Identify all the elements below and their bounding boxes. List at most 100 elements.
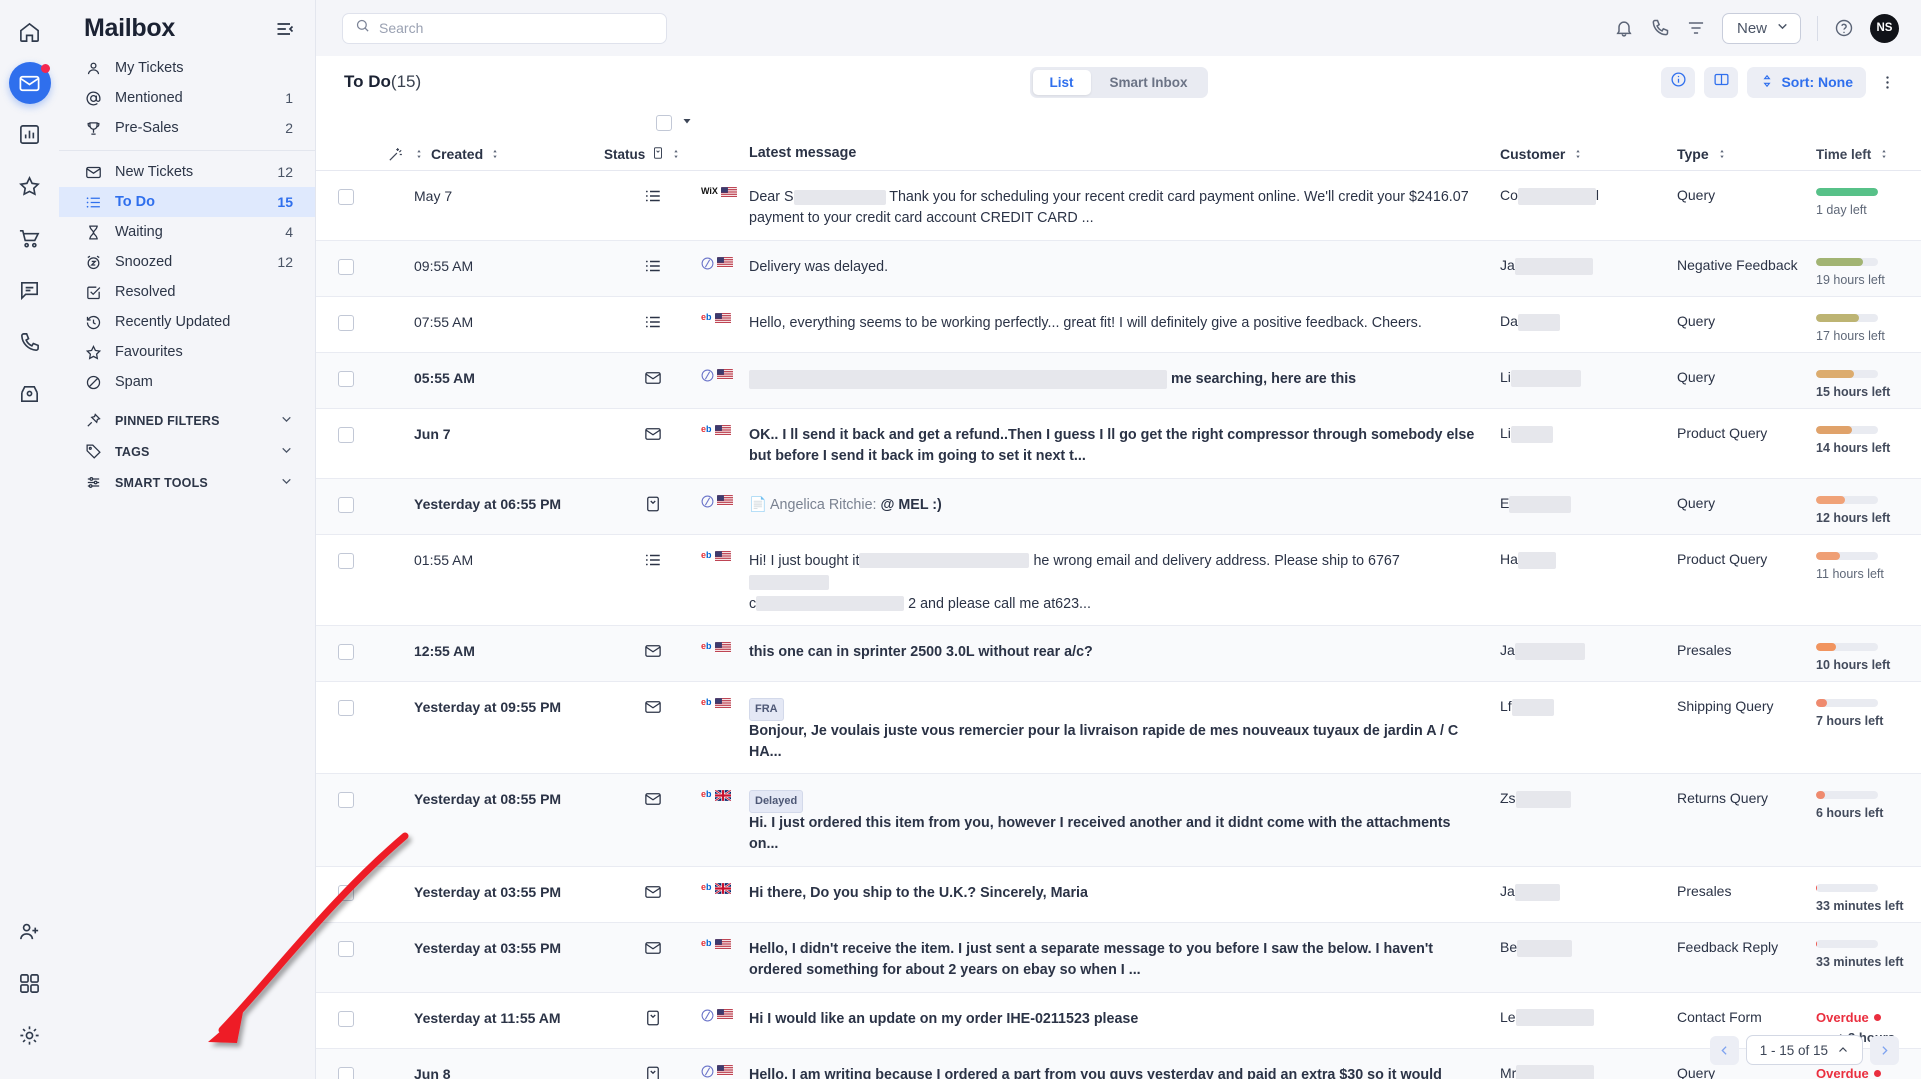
chat-icon[interactable]: [8, 268, 52, 312]
row-checkbox[interactable]: [338, 496, 354, 513]
layout-button[interactable]: [1704, 66, 1739, 98]
latest-message[interactable]: Hello, I am writing because I ordered a …: [749, 1049, 1500, 1079]
table-row[interactable]: 07:55 AM eb Hello, everything seems to be …: [316, 297, 1921, 353]
row-checkbox[interactable]: [338, 1066, 354, 1079]
header-status[interactable]: Status: [604, 146, 701, 163]
table-row[interactable]: 12:55 AM eb this one can in sprinter 2500 …: [316, 626, 1921, 683]
table-row[interactable]: 01:55 AM eb Hi! I just bought it he wrong …: [316, 535, 1921, 627]
sidebar-item-new-tickets[interactable]: New Tickets 12: [59, 157, 315, 187]
status-cell[interactable]: [604, 923, 701, 992]
latest-message[interactable]: this one can in sprinter 2500 3.0L witho…: [749, 626, 1500, 681]
status-list-icon[interactable]: [644, 187, 662, 210]
table-row[interactable]: Yesterday at 06:55 PM 📄 Angelica Ritchie:…: [316, 478, 1921, 535]
more-options-button[interactable]: [1875, 67, 1899, 98]
reports-icon[interactable]: [8, 112, 52, 156]
chevron-down-icon[interactable]: [280, 475, 293, 491]
table-row[interactable]: 09:55 AM Delivery was delayed. Ja Negative …: [316, 240, 1921, 297]
prev-page-button[interactable]: [1709, 1035, 1739, 1065]
latest-message[interactable]: FRA Bonjour, Je voulais juste vous remerc…: [749, 682, 1500, 773]
latest-message[interactable]: 📄 Angelica Ritchie: @ MEL :): [749, 479, 1500, 534]
chevron-down-icon[interactable]: [280, 444, 293, 460]
sidebar-item-favourites[interactable]: Favourites: [59, 337, 315, 367]
collapse-icon[interactable]: [275, 19, 295, 39]
status-envelope-icon[interactable]: [644, 790, 662, 813]
latest-message[interactable]: Hello, everything seems to be working pe…: [749, 297, 1500, 352]
table-row[interactable]: May 7 WiX Dear S Thank you for scheduling …: [316, 171, 1921, 241]
status-list-icon[interactable]: [644, 313, 662, 336]
latest-message[interactable]: me searching, here are this: [749, 353, 1500, 408]
table-row[interactable]: Jun 7 eb OK.. I ll send it back and get a …: [316, 409, 1921, 479]
header-customer[interactable]: Customer: [1500, 146, 1677, 162]
sidebar-item-spam[interactable]: Spam: [59, 367, 315, 397]
cart-icon[interactable]: [8, 216, 52, 260]
status-cell[interactable]: [604, 626, 701, 681]
status-cell[interactable]: [604, 409, 701, 478]
sidebar-item-waiting[interactable]: Waiting 4: [59, 217, 315, 247]
status-cell[interactable]: [604, 535, 701, 625]
status-cell[interactable]: [604, 171, 701, 240]
table-row[interactable]: Yesterday at 09:55 PM eb FRA Bonjour, Je vo…: [316, 682, 1921, 775]
row-checkbox[interactable]: [338, 189, 354, 205]
phone-icon[interactable]: [1650, 18, 1670, 38]
mail-icon[interactable]: [8, 62, 51, 104]
inbox-icon[interactable]: [8, 372, 52, 416]
status-envelope-icon[interactable]: [644, 425, 662, 448]
new-button[interactable]: New: [1721, 12, 1801, 44]
status-list-icon[interactable]: [644, 257, 662, 280]
status-cell[interactable]: [604, 867, 701, 922]
filter-icon[interactable]: [1686, 18, 1706, 38]
tab-smart-inbox[interactable]: Smart Inbox: [1093, 70, 1205, 95]
row-checkbox[interactable]: [338, 1010, 354, 1027]
row-checkbox[interactable]: [338, 552, 354, 569]
bell-icon[interactable]: [1614, 18, 1634, 38]
status-cell[interactable]: [604, 774, 701, 865]
table-row[interactable]: Yesterday at 03:55 PM eb Hi there, Do you …: [316, 867, 1921, 923]
sidebar-item-snoozed[interactable]: Snoozed 12: [59, 247, 315, 277]
table-row[interactable]: 05:55 AM me searching, here are this Li Qu…: [316, 352, 1921, 409]
status-envelope-icon[interactable]: [644, 369, 662, 392]
status-envelope-open-icon[interactable]: [644, 1009, 662, 1032]
chevron-down-icon[interactable]: [280, 413, 293, 429]
sidebar-group-pinned-filters[interactable]: PINNED FILTERS: [59, 405, 315, 436]
table-row[interactable]: Yesterday at 11:55 AM Hi I would like an …: [316, 993, 1921, 1049]
status-cell[interactable]: [604, 297, 701, 352]
status-cell[interactable]: [604, 1049, 701, 1079]
latest-message[interactable]: Hi! I just bought it he wrong email and …: [749, 535, 1500, 625]
status-cell[interactable]: [604, 353, 701, 408]
row-checkbox[interactable]: [338, 700, 354, 717]
select-all-dropdown[interactable]: [681, 114, 693, 132]
star-icon[interactable]: [8, 164, 52, 208]
status-envelope-icon[interactable]: [644, 883, 662, 906]
sidebar-group-smart-tools[interactable]: SMART TOOLS: [59, 467, 315, 498]
row-checkbox[interactable]: [338, 314, 354, 331]
info-button[interactable]: [1661, 66, 1696, 98]
sort-button[interactable]: Sort: None: [1747, 66, 1866, 98]
table-row[interactable]: Yesterday at 08:55 PM eb Delayed Hi. I just…: [316, 774, 1921, 867]
search-input[interactable]: [379, 20, 654, 36]
status-cell[interactable]: [604, 682, 701, 773]
latest-message[interactable]: Delivery was delayed.: [749, 241, 1500, 296]
sidebar-item-recently-updated[interactable]: Recently Updated: [59, 307, 315, 337]
home-icon[interactable]: [8, 10, 52, 54]
tab-list[interactable]: List: [1032, 69, 1091, 95]
next-page-button[interactable]: [1870, 1035, 1899, 1065]
row-checkbox[interactable]: [338, 644, 354, 661]
row-checkbox[interactable]: [338, 370, 354, 387]
status-cell[interactable]: [604, 241, 701, 296]
search-box[interactable]: [342, 12, 667, 44]
status-cell[interactable]: [604, 993, 701, 1048]
latest-message[interactable]: Hi there, Do you ship to the U.K.? Since…: [749, 867, 1500, 922]
table-row[interactable]: Jun 8 Hello, I am writing because I order…: [316, 1048, 1921, 1079]
add-user-icon[interactable]: [8, 909, 52, 953]
status-list-icon[interactable]: [644, 551, 662, 574]
latest-message[interactable]: Hello, I didn't receive the item. I just…: [749, 923, 1500, 992]
status-cell[interactable]: [604, 479, 701, 534]
row-checkbox[interactable]: [338, 940, 354, 957]
latest-message[interactable]: Dear S Thank you for scheduling your rec…: [749, 171, 1500, 240]
header-time-left[interactable]: Time left: [1816, 147, 1921, 162]
sidebar-item-to-do[interactable]: To Do 15: [59, 187, 315, 217]
latest-message[interactable]: Hi I would like an update on my order IH…: [749, 993, 1500, 1048]
gear-icon[interactable]: [8, 1013, 52, 1057]
row-checkbox[interactable]: [338, 792, 354, 809]
status-envelope-open-icon[interactable]: [644, 1065, 662, 1079]
